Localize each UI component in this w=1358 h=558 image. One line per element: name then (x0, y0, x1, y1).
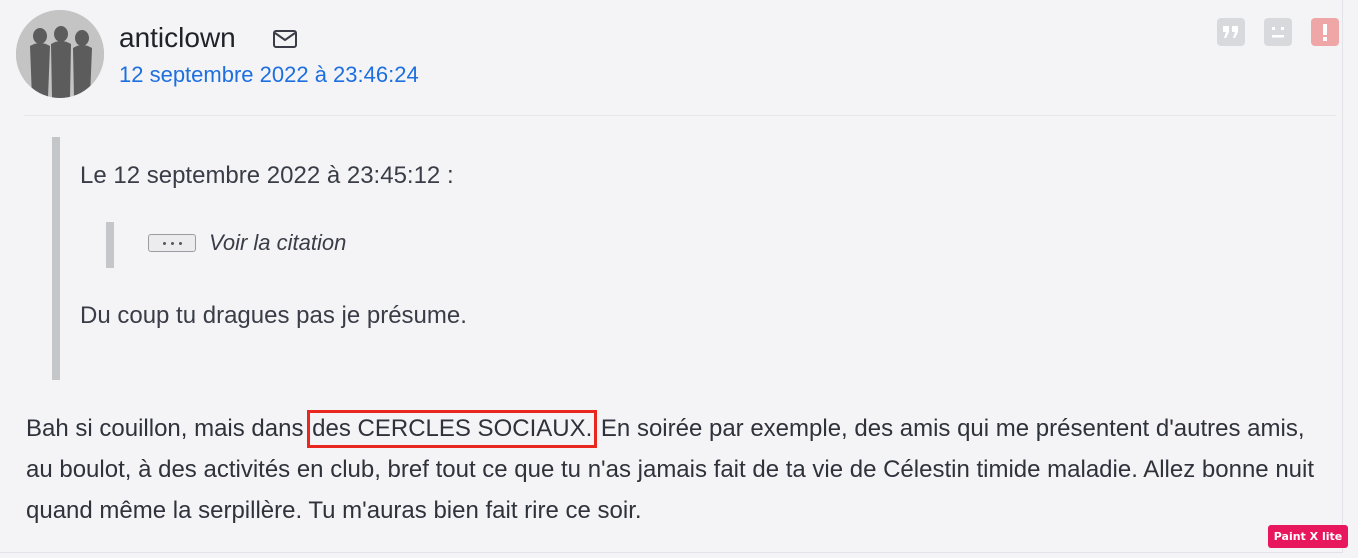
username[interactable]: anticlown (119, 22, 236, 54)
view-quote-link[interactable]: Voir la citation (209, 230, 346, 256)
alert-icon[interactable] (1311, 18, 1339, 46)
watermark-badge: Paint X lite (1268, 525, 1348, 548)
post-body: Bah si couillon, mais dans des CERCLES S… (26, 408, 1326, 531)
dot-icon (178, 241, 182, 245)
nested-quote-bar (106, 222, 114, 268)
expand-quote-button[interactable] (148, 234, 196, 252)
forum-post: anticlown 12 septembre 2022 à 23:46:24 L… (0, 0, 1343, 553)
avatar[interactable] (16, 10, 104, 98)
post-body-start: Bah si couillon, mais dans (26, 415, 311, 442)
post-date-link[interactable]: 12 septembre 2022 à 23:46:24 (119, 62, 419, 88)
mail-icon[interactable] (272, 29, 298, 49)
quote-bar (52, 137, 60, 380)
dot-icon (162, 241, 166, 245)
header-divider (24, 115, 1336, 116)
sad-face-icon[interactable] (1264, 18, 1292, 46)
quote-text: Du coup tu dragues pas je présume. (80, 302, 467, 329)
quote-icon[interactable] (1217, 18, 1245, 46)
quote-header: Le 12 septembre 2022 à 23:45:12 : (80, 162, 454, 189)
dot-icon (170, 241, 174, 245)
highlighted-phrase: des CERCLES SOCIAUX. (307, 410, 598, 448)
